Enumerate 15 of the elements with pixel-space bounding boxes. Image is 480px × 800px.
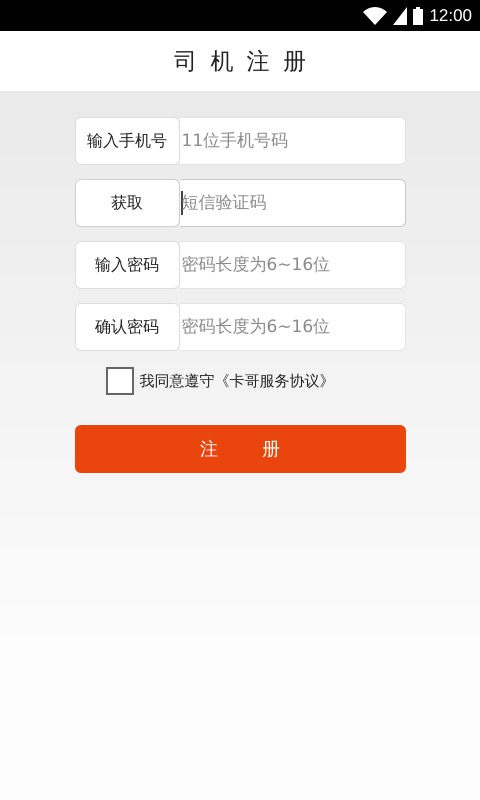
status-time: 12:00 [429,6,472,26]
agreement-text: 我同意遵守《卡哥服务协议》 [140,372,334,390]
register-button[interactable]: 注 册 [74,425,406,473]
signal-icon [393,6,408,24]
input-field[interactable]: 11位手机号码 [180,117,406,165]
field-label: 输入手机号 [74,117,180,165]
field-label: 输入密码 [74,241,180,289]
agree-checkbox[interactable] [106,367,134,395]
get-code-button[interactable]: 获取 [74,179,180,227]
battery-icon [413,6,424,24]
input-field[interactable]: 密码长度为6~16位 [180,303,406,351]
page-title: 司 机 注 册 [174,48,306,76]
input-field[interactable]: 密码长度为6~16位 [180,241,406,289]
wifi-icon [363,6,388,24]
field-label: 确认密码 [74,303,180,351]
